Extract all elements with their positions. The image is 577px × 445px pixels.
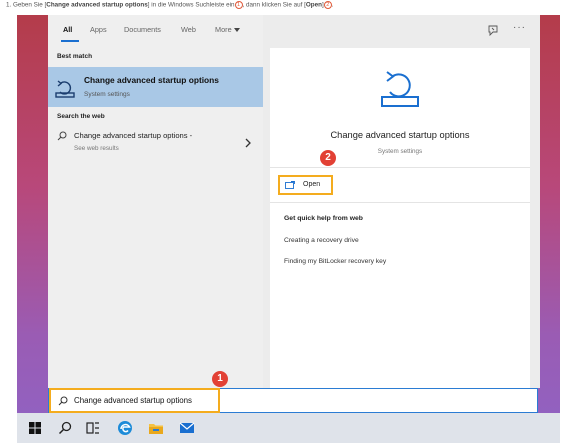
step-badge-2: 2 [320, 150, 336, 166]
instruction-middle2: , dann klicken Sie auf [ [242, 1, 306, 9]
help-link-recovery-drive[interactable]: Creating a recovery drive [284, 237, 359, 244]
instruction-text: 1. Geben Sie [Change advanced startup op… [6, 1, 334, 9]
details-subtitle: System settings [377, 148, 423, 155]
best-match-result[interactable]: Change advanced startup options System s… [48, 67, 263, 107]
restart-settings-icon [55, 80, 75, 98]
best-match-subtitle: System settings [84, 91, 130, 98]
tab-more[interactable]: More [215, 25, 240, 34]
windows-icon[interactable] [27, 420, 43, 436]
divider [270, 202, 530, 203]
instruction-marker-2: 2 [323, 1, 332, 9]
step-badge-1: 1 [212, 371, 228, 387]
open-button-label: Open [303, 181, 321, 188]
best-match-label: Best match [57, 53, 93, 60]
search-icon [57, 131, 67, 141]
tab-documents[interactable]: Documents [124, 25, 161, 34]
edge-icon[interactable] [117, 420, 133, 436]
instruction-bold-query: Change advanced startup options [46, 1, 148, 9]
details-pane: Change advanced startup options System s… [270, 48, 530, 388]
search-input[interactable]: Change advanced startup options [74, 396, 192, 405]
instruction-suffix: . [331, 1, 334, 9]
restart-settings-large-icon [381, 71, 419, 107]
taskbar [17, 413, 560, 443]
web-result-title: Change advanced startup options - [74, 131, 193, 140]
web-search-result[interactable]: Change advanced startup options - See we… [48, 126, 263, 160]
chevron-right-icon[interactable] [244, 138, 252, 148]
search-icon[interactable] [57, 420, 73, 436]
search-web-label: Search the web [57, 113, 105, 120]
file-explorer-icon[interactable] [148, 420, 164, 436]
help-link-bitlocker-key[interactable]: Finding my BitLocker recovery key [284, 258, 386, 265]
tab-more-label: More [215, 25, 232, 34]
more-options-icon[interactable]: ··· [513, 22, 526, 33]
tab-web[interactable]: Web [181, 25, 196, 34]
best-match-title: Change advanced startup options [84, 75, 219, 85]
search-tabs: All Apps Documents Web More ··· [48, 15, 540, 45]
taskbar-search-box[interactable]: Change advanced startup options [48, 388, 538, 413]
tab-all[interactable]: All [63, 25, 72, 34]
mail-icon[interactable] [179, 420, 195, 436]
caret-down-icon [233, 28, 240, 33]
windows-search-panel: All Apps Documents Web More ··· Best mat… [48, 15, 540, 388]
open-window-icon [285, 181, 295, 189]
details-title: Change advanced startup options [330, 130, 470, 140]
open-button[interactable]: Open [278, 175, 333, 195]
web-result-subtitle: See web results [74, 145, 119, 152]
instruction-bold-open: Open [305, 1, 322, 9]
active-tab-indicator [61, 40, 79, 42]
divider [270, 167, 530, 168]
instruction-marker-1: 1 [234, 1, 243, 9]
quick-help-title: Get quick help from web [284, 215, 363, 222]
feedback-icon[interactable] [487, 24, 499, 36]
instruction-middle1: ] in die Windows Suchleiste ein [147, 1, 235, 9]
task-view-icon[interactable] [85, 420, 101, 436]
tab-apps[interactable]: Apps [90, 25, 107, 34]
search-icon [58, 396, 68, 406]
instruction-prefix: 1. Geben Sie [ [6, 1, 47, 9]
